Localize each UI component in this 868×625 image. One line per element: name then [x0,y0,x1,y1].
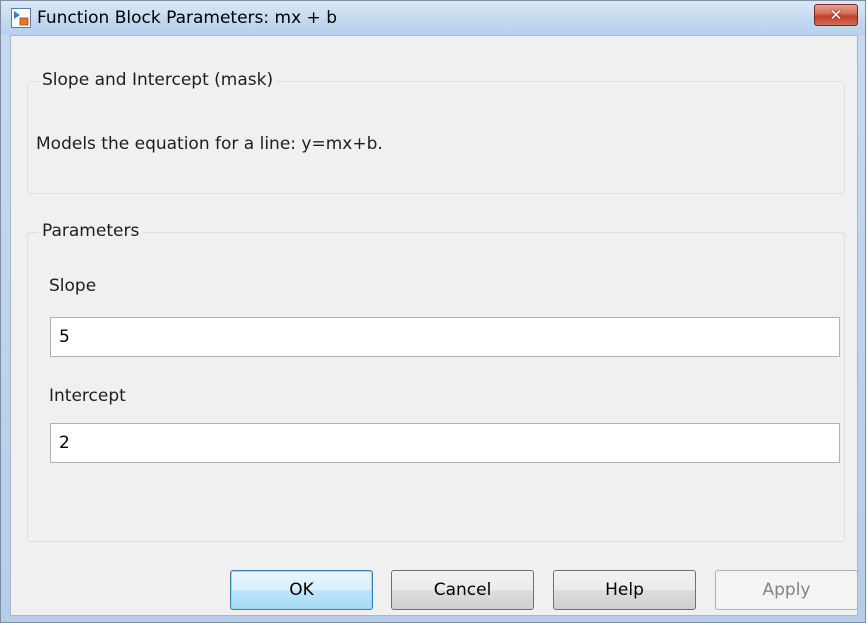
parameters-group-title: Parameters [38,221,144,241]
mask-description: Models the equation for a line: y=mx+b. [36,134,383,154]
slope-field[interactable] [50,317,840,357]
help-button[interactable]: Help [553,570,696,610]
title-bar[interactable]: Function Block Parameters: mx + b ✕ [1,1,865,35]
dialog-content: Slope and Intercept (mask) Models the eq… [10,35,858,616]
simulink-block-icon [11,8,31,28]
cancel-button[interactable]: Cancel [391,570,534,610]
apply-button[interactable]: Apply [715,570,858,610]
dialog-window: Function Block Parameters: mx + b ✕ Slop… [0,0,866,623]
window-title: Function Block Parameters: mx + b [37,8,337,28]
ok-button[interactable]: OK [230,570,373,610]
close-button[interactable]: ✕ [814,4,858,26]
slope-label: Slope [49,276,97,296]
close-icon: ✕ [829,6,843,24]
intercept-field[interactable] [50,423,840,463]
intercept-label: Intercept [49,386,126,406]
parameters-group: Parameters [27,221,845,542]
mask-group-title: Slope and Intercept (mask) [38,70,278,90]
